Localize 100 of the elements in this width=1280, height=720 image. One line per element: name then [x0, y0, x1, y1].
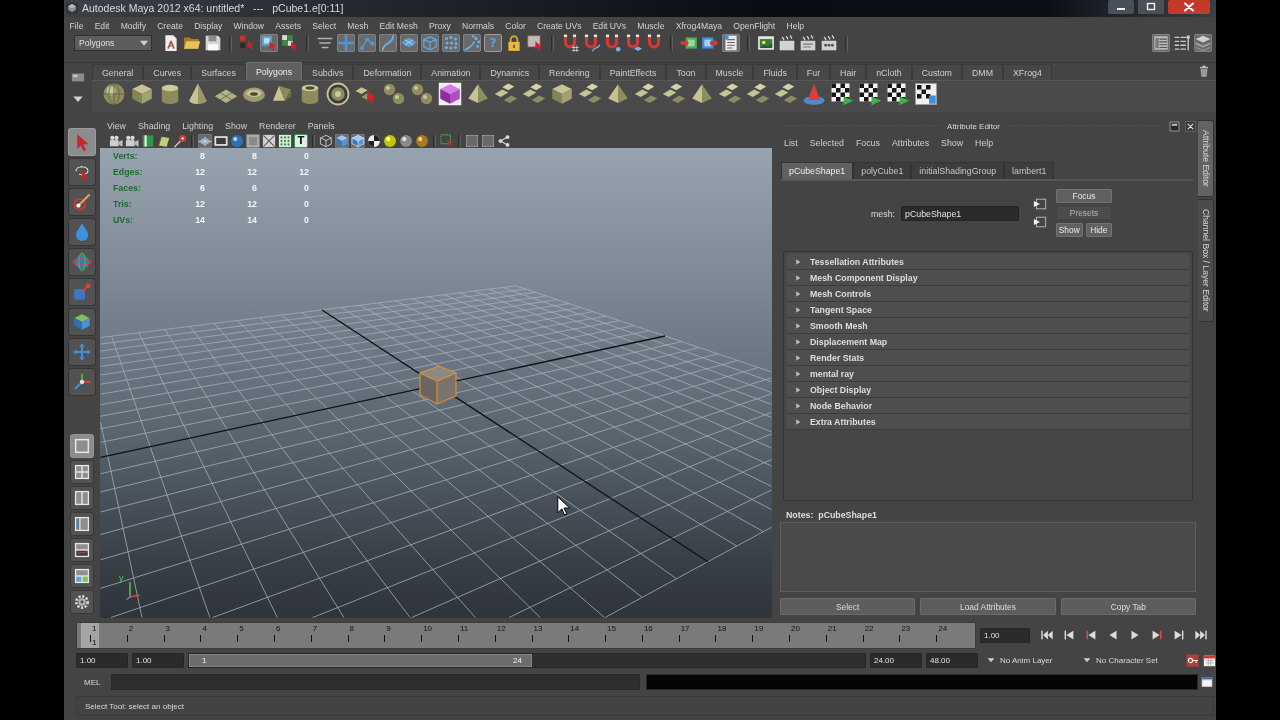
page-icon[interactable]: [162, 34, 180, 52]
sphere-icon[interactable]: [102, 82, 126, 106]
menu-item[interactable]: Mesh: [341, 21, 374, 31]
panel-menu-item[interactable]: Show: [219, 121, 254, 131]
calendar-icon[interactable]: [1203, 653, 1216, 667]
maximize-icon[interactable]: [1138, 0, 1164, 14]
current-time-field[interactable]: 1.00: [980, 627, 1030, 643]
shelf-tab[interactable]: Polygons: [245, 62, 303, 80]
cone-icon[interactable]: [186, 82, 210, 106]
crossed-box-icon[interactable]: [262, 134, 276, 148]
lock-icon[interactable]: [505, 34, 523, 52]
section-header[interactable]: Tessellation Attributes: [786, 254, 1190, 270]
shelf-tab[interactable]: Subdivs: [302, 64, 354, 80]
manipulator-cube-icon[interactable]: [68, 308, 96, 336]
shelf-tab[interactable]: PaintEffects: [599, 64, 667, 80]
shelf-tab[interactable]: Surfaces: [191, 64, 246, 80]
cube-icon[interactable]: [130, 82, 154, 106]
node-name-field[interactable]: pCubeShape1: [901, 206, 1019, 221]
shaded-cube-icon[interactable]: [335, 134, 349, 148]
arrow-grid-icon[interactable]: [281, 34, 299, 52]
cube-icon[interactable]: [438, 82, 462, 106]
tiles-icon[interactable]: [718, 82, 742, 106]
key-icon[interactable]: [1186, 653, 1199, 667]
magnet-curve-icon[interactable]: [582, 34, 600, 52]
step-forward-icon[interactable]: [1172, 628, 1186, 642]
pyramid-icon[interactable]: [690, 82, 714, 106]
panel-menu-item[interactable]: Panels: [301, 121, 341, 131]
menu-item[interactable]: Attributes: [885, 138, 936, 148]
ring-icon[interactable]: [326, 82, 350, 106]
menu-item[interactable]: Create UVs: [531, 21, 588, 31]
shelf-tab[interactable]: Custom: [911, 64, 962, 80]
end-time-field[interactable]: 48.00: [926, 652, 978, 668]
image-plane-icon[interactable]: [157, 134, 171, 148]
menu-item[interactable]: Normals: [456, 21, 500, 31]
clapperboard-dots-icon[interactable]: [820, 34, 838, 52]
four-pane-icon[interactable]: [70, 460, 94, 484]
side-tab[interactable]: Channel Box / Layer Editor: [1198, 198, 1214, 322]
sphere-icon[interactable]: [415, 134, 429, 148]
range-slider-track[interactable]: 1 24: [188, 652, 866, 668]
pin-icon[interactable]: [173, 134, 187, 148]
sphere-icon[interactable]: [383, 134, 397, 148]
dots-icon[interactable]: [278, 134, 292, 148]
footer-button[interactable]: Select: [780, 598, 916, 615]
shelf-tab[interactable]: Animation: [421, 64, 481, 80]
menu-item[interactable]: Help: [969, 138, 1000, 148]
menu-item[interactable]: Modify: [115, 21, 152, 31]
footer-button[interactable]: Copy Tab: [1060, 598, 1196, 615]
node-tab[interactable]: initialShadingGroup: [911, 162, 1005, 179]
list-panel-icon[interactable]: [1152, 34, 1170, 52]
node-tab[interactable]: lambert1: [1004, 162, 1055, 179]
float-window-icon[interactable]: [1169, 120, 1180, 132]
panel-button[interactable]: Focus: [1056, 189, 1112, 203]
notes-field[interactable]: [780, 522, 1196, 592]
move-arrows-icon[interactable]: [68, 338, 96, 366]
tiles-icon[interactable]: [494, 82, 518, 106]
menu-item[interactable]: Display: [188, 21, 228, 31]
gear-icon[interactable]: [70, 590, 94, 614]
node-tab[interactable]: pCubeShape1: [781, 162, 854, 179]
panel-button[interactable]: Show: [1056, 223, 1083, 237]
clapperboard-icon[interactable]: [799, 34, 817, 52]
wire-shaded-cube-icon[interactable]: [351, 134, 365, 148]
shelf-tab[interactable]: Rendering: [539, 64, 600, 80]
magnet-grid-icon[interactable]: [561, 34, 579, 52]
range-slider-handle[interactable]: 1 24: [189, 653, 532, 667]
panel-button[interactable]: Hide: [1085, 223, 1112, 237]
command-input-field[interactable]: [111, 674, 640, 690]
pyramid-icon[interactable]: [466, 82, 490, 106]
side-tab[interactable]: Attribute Editor: [1198, 120, 1214, 197]
playback-end-field[interactable]: 24.00: [870, 652, 922, 668]
menu-item[interactable]: Edit UVs: [587, 21, 632, 31]
magnet-point-icon[interactable]: [603, 34, 621, 52]
menu-item[interactable]: Focus: [849, 138, 886, 148]
clapperboard-icon[interactable]: [778, 34, 796, 52]
document-icon[interactable]: [722, 34, 740, 52]
checker-arrow-icon[interactable]: [886, 82, 910, 106]
square-icon[interactable]: [465, 134, 479, 148]
folder-icon[interactable]: [183, 34, 201, 52]
menu-item[interactable]: Assets: [269, 21, 307, 31]
node-tab[interactable]: polyCube1: [853, 162, 912, 179]
tiles-icon[interactable]: [774, 82, 798, 106]
checker-arrow-icon[interactable]: [858, 82, 882, 106]
film-frame-icon[interactable]: [214, 134, 228, 148]
menu-item[interactable]: Proxy: [423, 21, 457, 31]
wire-cube-icon[interactable]: [319, 134, 333, 148]
panel-menu-item[interactable]: View: [101, 121, 132, 131]
playback-start-field[interactable]: 1.00: [132, 652, 184, 668]
grid-pane-icon[interactable]: [70, 564, 94, 588]
tiles-icon[interactable]: [634, 82, 658, 106]
checker-ball-icon[interactable]: [367, 134, 381, 148]
two-pane-icon[interactable]: [70, 486, 94, 510]
menu-item[interactable]: Muscle: [631, 21, 671, 31]
menu-item[interactable]: Selected: [803, 138, 850, 148]
letter-button[interactable]: T: [294, 134, 308, 148]
minimize-icon[interactable]: [1108, 0, 1134, 14]
dots-icon[interactable]: [442, 34, 460, 52]
shelf-tab[interactable]: XFrog4: [1002, 64, 1052, 80]
diamond-plane-icon[interactable]: [400, 34, 418, 52]
trash-icon[interactable]: [1198, 64, 1210, 77]
brush-icon[interactable]: [68, 188, 96, 216]
section-header[interactable]: Displacement Map: [786, 334, 1190, 350]
